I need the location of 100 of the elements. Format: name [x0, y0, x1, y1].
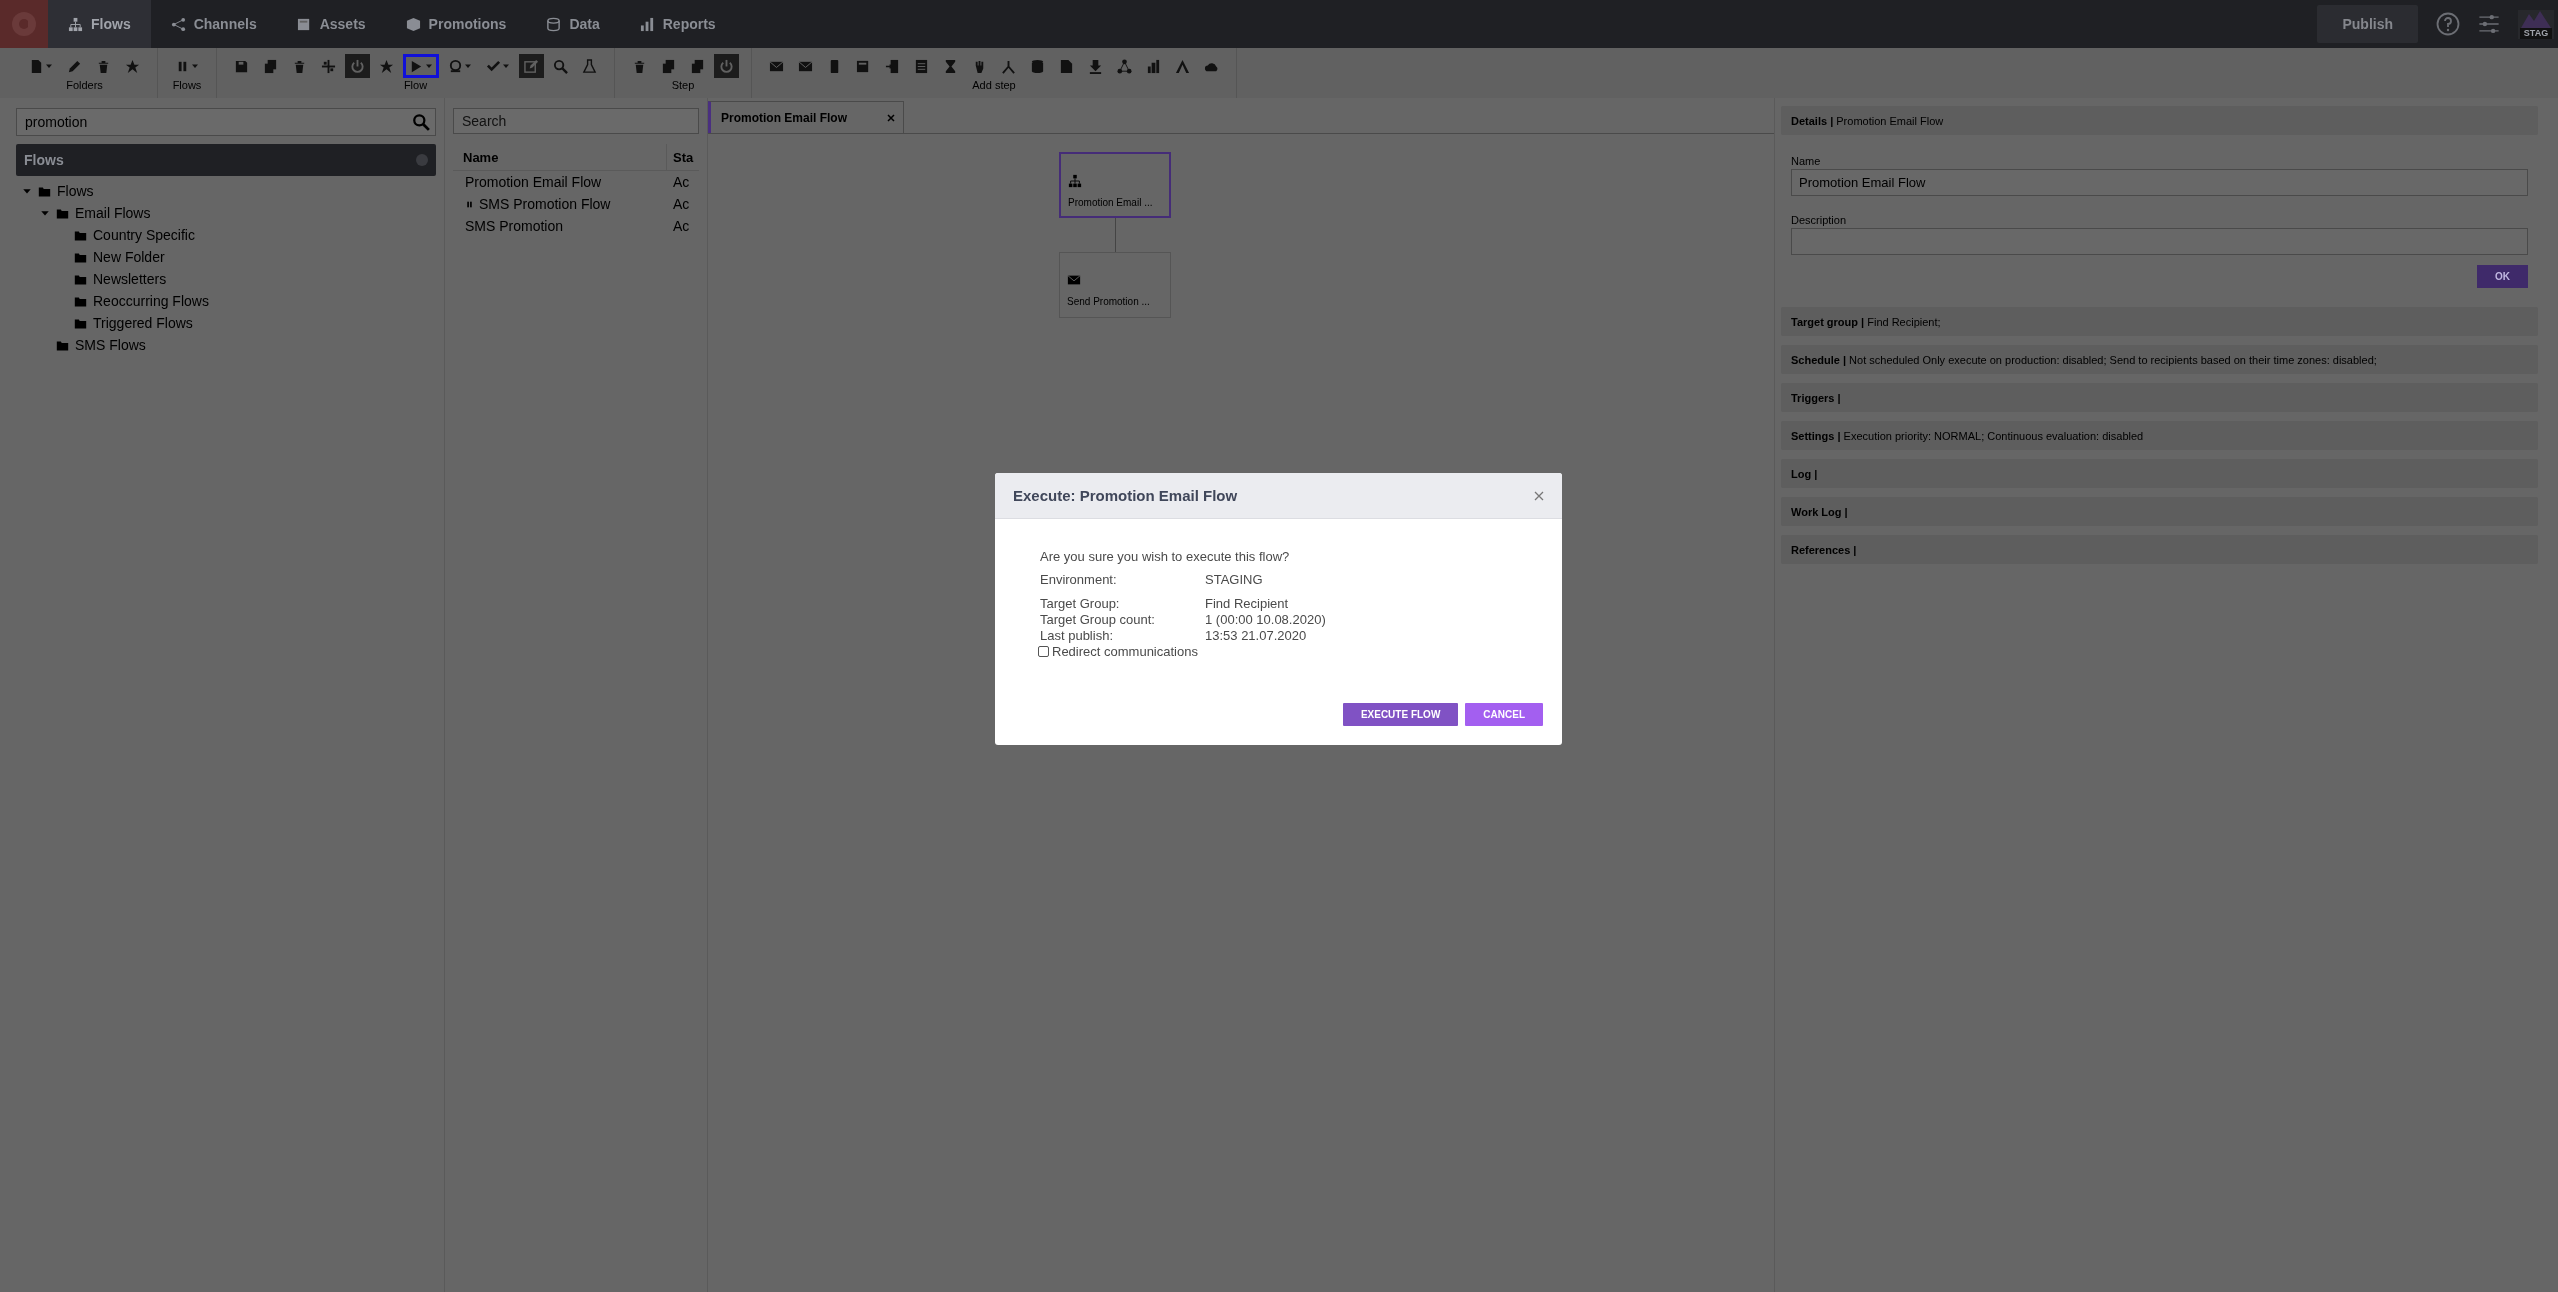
- table-cell-text: Ac: [672, 174, 691, 190]
- folder-item[interactable]: New Folder: [93, 249, 165, 265]
- nav-tab[interactable]: Reports: [619, 0, 736, 48]
- group-label: Flows: [172, 79, 202, 91]
- group-label: Folders: [66, 79, 103, 91]
- star-icon: [125, 58, 140, 74]
- field-value: 1 (00:00 10.08.2020): [1205, 612, 1326, 628]
- cross-icon: [321, 58, 336, 74]
- search-icon[interactable]: [412, 113, 430, 131]
- section-header[interactable]: Details | Promotion Email Flow: [1781, 106, 2538, 135]
- description-field[interactable]: [1791, 228, 2528, 255]
- checkbox-label[interactable]: Redirect communications: [1052, 644, 1198, 659]
- table-row[interactable]: SMS Promotion Flow Ac: [453, 193, 699, 215]
- folder-item[interactable]: Email Flows: [75, 205, 151, 221]
- section-header[interactable]: References |: [1781, 535, 2538, 564]
- group-label: Add step: [972, 79, 1016, 91]
- folder-item[interactable]: Flows: [57, 183, 94, 199]
- ok-button[interactable]: OK: [2477, 265, 2528, 288]
- section-header[interactable]: Target group | Find Recipient;: [1781, 307, 2538, 336]
- copy-icon: [263, 58, 278, 74]
- flow-node[interactable]: Send Promotion ...: [1059, 252, 1171, 318]
- section-title: Work Log |: [1791, 505, 1848, 518]
- edit-button[interactable]: [519, 54, 544, 78]
- folder-item[interactable]: Reoccurring Flows: [93, 293, 209, 309]
- trash-icon: [292, 58, 307, 74]
- cancel-button[interactable]: CANCEL: [1465, 703, 1543, 726]
- nav-tab[interactable]: Data: [526, 0, 620, 48]
- folder-item[interactable]: SMS Flows: [75, 337, 146, 353]
- section-header[interactable]: Work Log |: [1781, 497, 2538, 526]
- chart-icon: [639, 16, 655, 32]
- pause-icon: [465, 199, 474, 209]
- field-label: Environment:: [1040, 572, 1118, 588]
- column-header[interactable]: Sta: [667, 149, 699, 165]
- nodes-icon: [170, 16, 186, 32]
- play-button[interactable]: [403, 54, 439, 78]
- confirm-question: Are you sure you wish to execute this flow?: [1040, 549, 1291, 564]
- fork-icon: [1001, 58, 1016, 74]
- envelope-icon: [1067, 273, 1081, 287]
- search-field[interactable]: promotion: [16, 108, 436, 136]
- power-button[interactable]: [345, 54, 370, 78]
- table-cell: SMS Promotion Flow: [479, 196, 611, 212]
- folder-icon: [74, 228, 87, 242]
- download-icon: [1088, 58, 1103, 74]
- field-label: Description: [1791, 214, 1848, 226]
- close-icon[interactable]: [887, 113, 895, 122]
- trash-icon: [96, 58, 111, 74]
- folder-icon: [56, 206, 69, 220]
- section-header[interactable]: Settings | Execution priority: NORMAL; Continuous evaluation: disabled: [1781, 421, 2538, 450]
- caret-icon: [191, 62, 199, 70]
- power-button[interactable]: [714, 54, 739, 78]
- folder-item[interactable]: Triggered Flows: [93, 315, 193, 331]
- nav-tab[interactable]: Assets: [276, 0, 386, 48]
- field-value: 13:53 21.07.2020: [1205, 628, 1307, 644]
- section-title: Settings | Execution priority: NORMAL; Continuous evaluation: disabled: [1791, 429, 2144, 442]
- flow-node[interactable]: Promotion Email ...: [1059, 152, 1171, 218]
- name-field[interactable]: Promotion Email Flow: [1791, 169, 2528, 196]
- folder-item[interactable]: Country Specific: [93, 227, 195, 243]
- field-label: Name: [1791, 155, 1822, 167]
- nav-tab[interactable]: Promotions: [385, 0, 527, 48]
- power-icon: [719, 58, 734, 74]
- table-row[interactable]: Promotion Email Flow Ac: [453, 171, 699, 193]
- environment-badge[interactable]: STAG: [2518, 9, 2554, 39]
- publish-button[interactable]: Publish: [2317, 5, 2418, 43]
- hierarchy-icon: [68, 16, 83, 32]
- connector-line: [1115, 218, 1116, 252]
- caret-icon[interactable]: [22, 186, 32, 196]
- column-header[interactable]: Name: [453, 144, 667, 170]
- section-header[interactable]: Log |: [1781, 459, 2538, 488]
- close-icon[interactable]: [1534, 490, 1544, 501]
- checkbox[interactable]: [1038, 646, 1049, 657]
- field-label: Last publish:: [1040, 628, 1114, 644]
- table-row[interactable]: SMS Promotion Ac: [453, 215, 699, 237]
- field-label: Target Group count:: [1040, 612, 1156, 628]
- copy-icon: [661, 58, 676, 74]
- section-header[interactable]: Triggers |: [1781, 383, 2538, 412]
- settings-icon[interactable]: [2478, 13, 2500, 35]
- edit-icon: [524, 58, 539, 74]
- folder-icon: [74, 316, 87, 330]
- search-icon: [553, 58, 568, 74]
- section-title: Details | Promotion Email Flow: [1791, 114, 1944, 127]
- table-cell-text: Ac: [672, 196, 691, 212]
- bar-chart-icon: [1146, 58, 1161, 74]
- execute-button[interactable]: EXECUTE FLOW: [1342, 703, 1459, 726]
- network-icon: [1117, 58, 1132, 74]
- sign-in-icon: [885, 58, 900, 74]
- folder-item[interactable]: Newsletters: [93, 271, 167, 287]
- trash-icon: [632, 58, 647, 74]
- nav-tab[interactable]: Channels: [150, 0, 277, 48]
- dialog-title: Execute: Promotion Email Flow: [1013, 487, 1238, 504]
- table-cell-text: Ac: [672, 218, 691, 234]
- section-header[interactable]: Schedule | Not scheduled Only execute on production: disabled; Send to recipients based on their time zones: disabled;: [1781, 345, 2538, 374]
- caret-icon[interactable]: [40, 208, 50, 218]
- flask-icon: [582, 58, 597, 74]
- search-field[interactable]: Search: [453, 108, 699, 134]
- database-icon: [1030, 58, 1045, 74]
- editor-tab[interactable]: Promotion Email Flow: [708, 101, 904, 133]
- field-value: Find Recipient: [1205, 596, 1289, 612]
- caret-icon: [45, 62, 53, 70]
- nav-tab[interactable]: Flows: [48, 0, 151, 48]
- help-icon[interactable]: [2436, 12, 2460, 36]
